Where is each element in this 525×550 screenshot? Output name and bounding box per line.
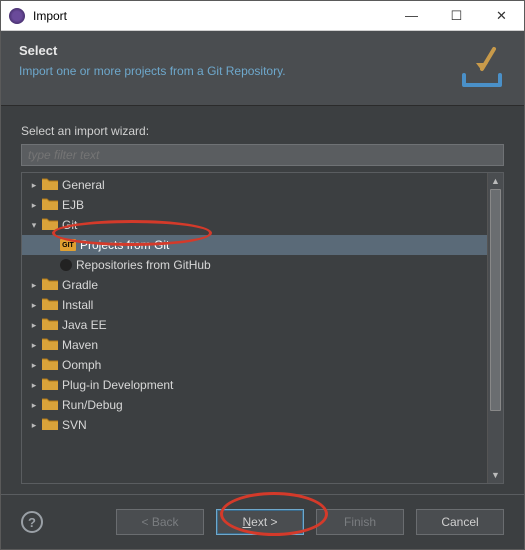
back-button[interactable]: < Back bbox=[116, 509, 204, 535]
maximize-button[interactable]: ☐ bbox=[434, 1, 479, 30]
import-dialog: Import — ☐ ✕ Select Import one or more p… bbox=[0, 0, 525, 550]
tree-item-label: General bbox=[62, 178, 105, 192]
tree-item-label: Plug-in Development bbox=[62, 378, 173, 392]
tree-item-label: SVN bbox=[62, 418, 87, 432]
next-button[interactable]: Next > bbox=[216, 509, 304, 535]
chevron-right-icon[interactable]: ▸ bbox=[28, 200, 40, 211]
tree-item-label: Repositories from GitHub bbox=[76, 258, 211, 272]
page-description: Import one or more projects from a Git R… bbox=[19, 64, 448, 78]
back-label: < Back bbox=[141, 515, 178, 529]
folder-icon bbox=[42, 337, 58, 353]
folder-icon bbox=[42, 197, 58, 213]
folder-icon bbox=[42, 417, 58, 433]
tree-item-label: Maven bbox=[62, 338, 98, 352]
folder-icon bbox=[42, 397, 58, 413]
tree-item[interactable]: ▸ SVN bbox=[22, 415, 487, 435]
eclipse-icon bbox=[9, 8, 25, 24]
tree-item[interactable]: ▸ EJB bbox=[22, 195, 487, 215]
import-tree[interactable]: ▸General▸EJB▾Git▸GITProjects from Git▸Re… bbox=[22, 173, 487, 483]
chevron-right-icon[interactable]: ▸ bbox=[28, 320, 40, 331]
chevron-right-icon[interactable]: ▸ bbox=[28, 400, 40, 411]
tree-item[interactable]: ▸ Gradle bbox=[22, 275, 487, 295]
tree-item-label: Oomph bbox=[62, 358, 101, 372]
folder-icon bbox=[42, 357, 58, 373]
tree-item[interactable]: ▸ Plug-in Development bbox=[22, 375, 487, 395]
tree-item[interactable]: ▸Repositories from GitHub bbox=[22, 255, 487, 275]
git-icon: GIT bbox=[60, 239, 76, 251]
scroll-thumb[interactable] bbox=[490, 189, 501, 411]
tree-item[interactable]: ▸ Run/Debug bbox=[22, 395, 487, 415]
tree-item[interactable]: ▸ Java EE bbox=[22, 315, 487, 335]
tree-item-label: Install bbox=[62, 298, 93, 312]
folder-icon bbox=[42, 297, 58, 313]
chevron-right-icon[interactable]: ▸ bbox=[28, 280, 40, 291]
github-icon bbox=[60, 259, 72, 271]
tree-item-label: Git bbox=[62, 218, 77, 232]
next-label-u: N bbox=[242, 515, 251, 529]
chevron-right-icon[interactable]: ▸ bbox=[28, 340, 40, 351]
tree-item-label: Run/Debug bbox=[62, 398, 123, 412]
chevron-right-icon[interactable]: ▸ bbox=[28, 180, 40, 191]
next-label: ext > bbox=[251, 515, 277, 529]
window-title: Import bbox=[33, 9, 389, 23]
import-icon bbox=[458, 43, 506, 91]
finish-label: Finish bbox=[344, 515, 376, 529]
folder-icon bbox=[42, 277, 58, 293]
tree-item-label: Java EE bbox=[62, 318, 107, 332]
tree-item-label: Gradle bbox=[62, 278, 98, 292]
chevron-right-icon[interactable]: ▸ bbox=[28, 300, 40, 311]
tree-item[interactable]: ▾ Git bbox=[22, 215, 487, 235]
cancel-label: Cancel bbox=[441, 515, 478, 529]
scroll-down-button[interactable]: ▼ bbox=[488, 467, 503, 483]
close-button[interactable]: ✕ bbox=[479, 1, 524, 30]
filter-input[interactable] bbox=[21, 144, 504, 166]
minimize-button[interactable]: — bbox=[389, 1, 434, 30]
chevron-right-icon[interactable]: ▸ bbox=[28, 380, 40, 391]
scroll-track[interactable] bbox=[488, 189, 503, 467]
help-button[interactable]: ? bbox=[21, 511, 43, 533]
wizard-label: Select an import wizard: bbox=[21, 124, 504, 138]
tree-item-label: EJB bbox=[62, 198, 84, 212]
wizard-footer: ? < Back Next > Finish Cancel bbox=[1, 494, 524, 549]
tree-item-label: Projects from Git bbox=[80, 238, 169, 252]
tree-item[interactable]: ▸ Install bbox=[22, 295, 487, 315]
folder-icon bbox=[42, 377, 58, 393]
finish-button[interactable]: Finish bbox=[316, 509, 404, 535]
tree-item[interactable]: ▸ Maven bbox=[22, 335, 487, 355]
tree-scrollbar[interactable]: ▲ ▼ bbox=[487, 173, 503, 483]
folder-icon bbox=[42, 177, 58, 193]
import-tree-container: ▸General▸EJB▾Git▸GITProjects from Git▸Re… bbox=[21, 172, 504, 484]
wizard-header: Select Import one or more projects from … bbox=[1, 31, 524, 106]
folder-icon bbox=[42, 317, 58, 333]
page-title: Select bbox=[19, 43, 448, 58]
folder-icon bbox=[42, 217, 58, 233]
titlebar: Import — ☐ ✕ bbox=[1, 1, 524, 31]
wizard-body: Select an import wizard: ▸ General ▸ EJB ▾ Gi… bbox=[1, 106, 524, 494]
tree-item-selected[interactable]: ▸GITProjects from Git bbox=[22, 235, 487, 255]
chevron-right-icon[interactable]: ▸ bbox=[28, 360, 40, 371]
cancel-button[interactable]: Cancel bbox=[416, 509, 504, 535]
tree-item[interactable]: ▸ Oomph bbox=[22, 355, 487, 375]
chevron-down-icon[interactable]: ▾ bbox=[28, 220, 40, 231]
tree-item[interactable]: ▸ General bbox=[22, 175, 487, 195]
chevron-right-icon[interactable]: ▸ bbox=[28, 420, 40, 431]
scroll-up-button[interactable]: ▲ bbox=[488, 173, 503, 189]
